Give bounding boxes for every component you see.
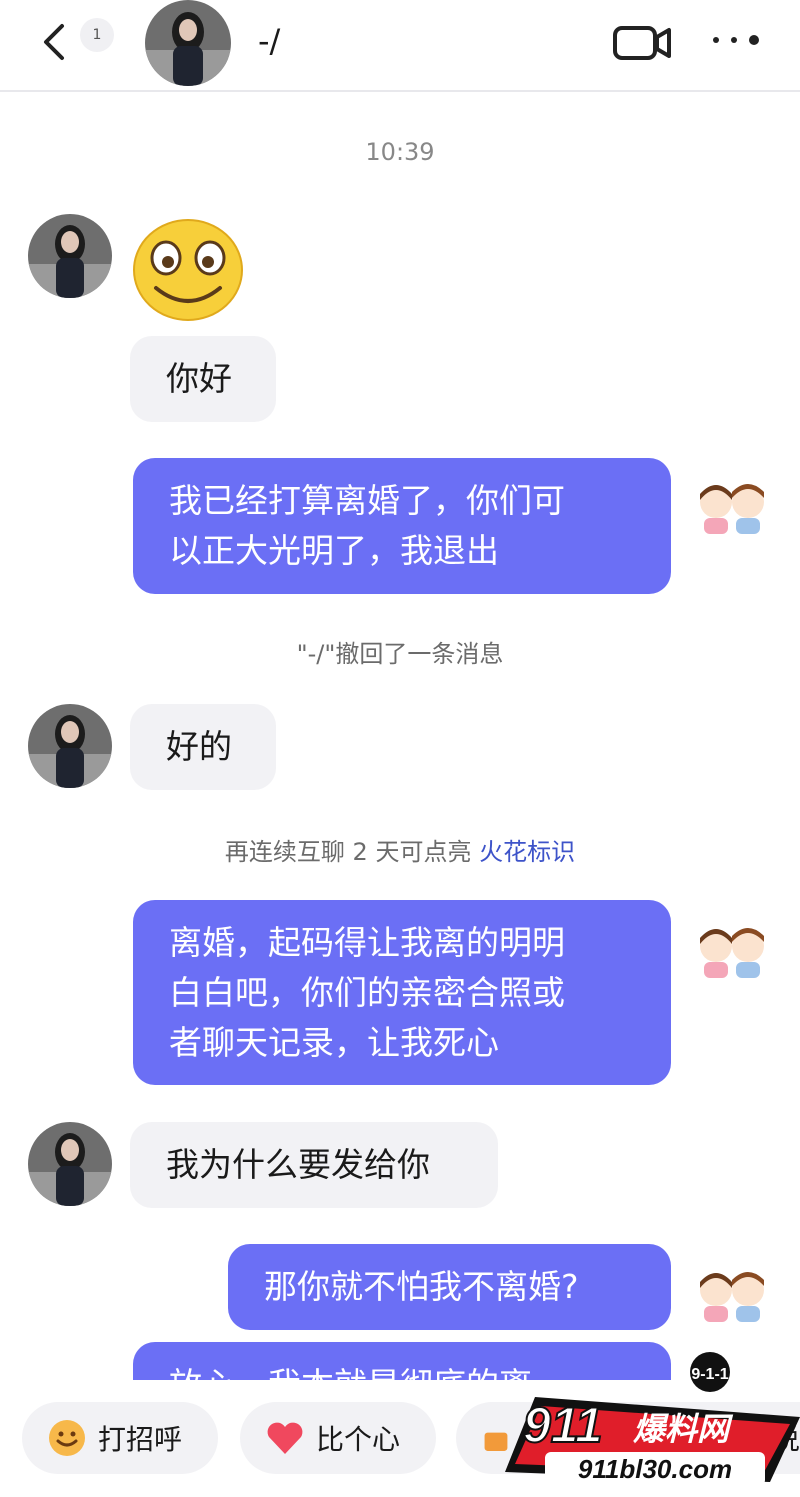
avatar-photo-icon <box>28 1122 112 1206</box>
quick-reply-greet[interactable]: 打招呼 <box>22 1402 218 1474</box>
unread-badge: 1 <box>80 18 114 52</box>
watermark-url: 911bl30.com <box>578 1454 732 1484</box>
recall-notice: "-/"撤回了一条消息 <box>296 640 504 668</box>
video-call-icon[interactable] <box>612 22 672 64</box>
message-bubble-received[interactable]: 你好 <box>130 336 276 422</box>
chat-header: 1 -/ <box>0 0 800 92</box>
contact-name[interactable]: -/ <box>258 22 280 60</box>
spark-notice: 再连续互聊 2 天可点亮 火花标识 <box>0 832 800 867</box>
wave-emoji-icon <box>49 1420 85 1456</box>
quick-reply-label: 比个心 <box>316 1423 401 1456</box>
contact-avatar[interactable] <box>145 0 231 86</box>
avatar-photo-icon <box>28 704 112 788</box>
more-dots-icon[interactable] <box>708 30 764 50</box>
quick-reply-label: 打招呼 <box>98 1423 183 1456</box>
spark-notice-text: 再连续互聊 2 天可点亮 <box>224 838 480 866</box>
cartoon-couple-avatar-icon <box>692 1250 772 1330</box>
cartoon-couple-avatar-icon <box>692 462 772 542</box>
smiling-face-emoji <box>133 219 243 321</box>
message-bubble-received[interactable]: 好的 <box>130 704 276 790</box>
message-bubble-sent[interactable]: 那你就不怕我不离婚? <box>228 1244 671 1330</box>
my-avatar[interactable] <box>692 1250 772 1330</box>
my-avatar[interactable] <box>692 462 772 542</box>
message-bubble-sent[interactable]: 离婚，起码得让我离的明明 白白吧，你们的亲密合照或 者聊天记录，让我死心 <box>133 900 671 1085</box>
watermark-top: 9-1-1 <box>691 1366 728 1383</box>
message-timestamp: 10:39 <box>365 138 435 166</box>
back-chevron-icon[interactable] <box>38 22 74 62</box>
watermark-brand: 911 <box>523 1397 603 1453</box>
contact-avatar[interactable] <box>28 1122 112 1206</box>
my-avatar[interactable] <box>692 906 772 986</box>
watermark-brand-cn: 爆料网 <box>633 1410 734 1448</box>
avatar-photo-icon <box>28 214 112 298</box>
avatar-photo-icon <box>145 0 231 86</box>
message-bubble-sent[interactable]: 我已经打算离婚了，你们可 以正大光明了，我退出 <box>133 458 671 594</box>
heart-icon <box>267 1422 303 1454</box>
quick-reply-heart[interactable]: 比个心 <box>240 1402 436 1474</box>
spark-link[interactable]: 火花标识 <box>479 838 575 866</box>
message-bubble-received[interactable]: 我为什么要发给你 <box>130 1122 498 1208</box>
watermark-logo: 9-1-1 911 爆料网 911bl30.com <box>505 1352 800 1486</box>
contact-avatar[interactable] <box>28 704 112 788</box>
cartoon-couple-avatar-icon <box>692 906 772 986</box>
contact-avatar[interactable] <box>28 214 112 298</box>
